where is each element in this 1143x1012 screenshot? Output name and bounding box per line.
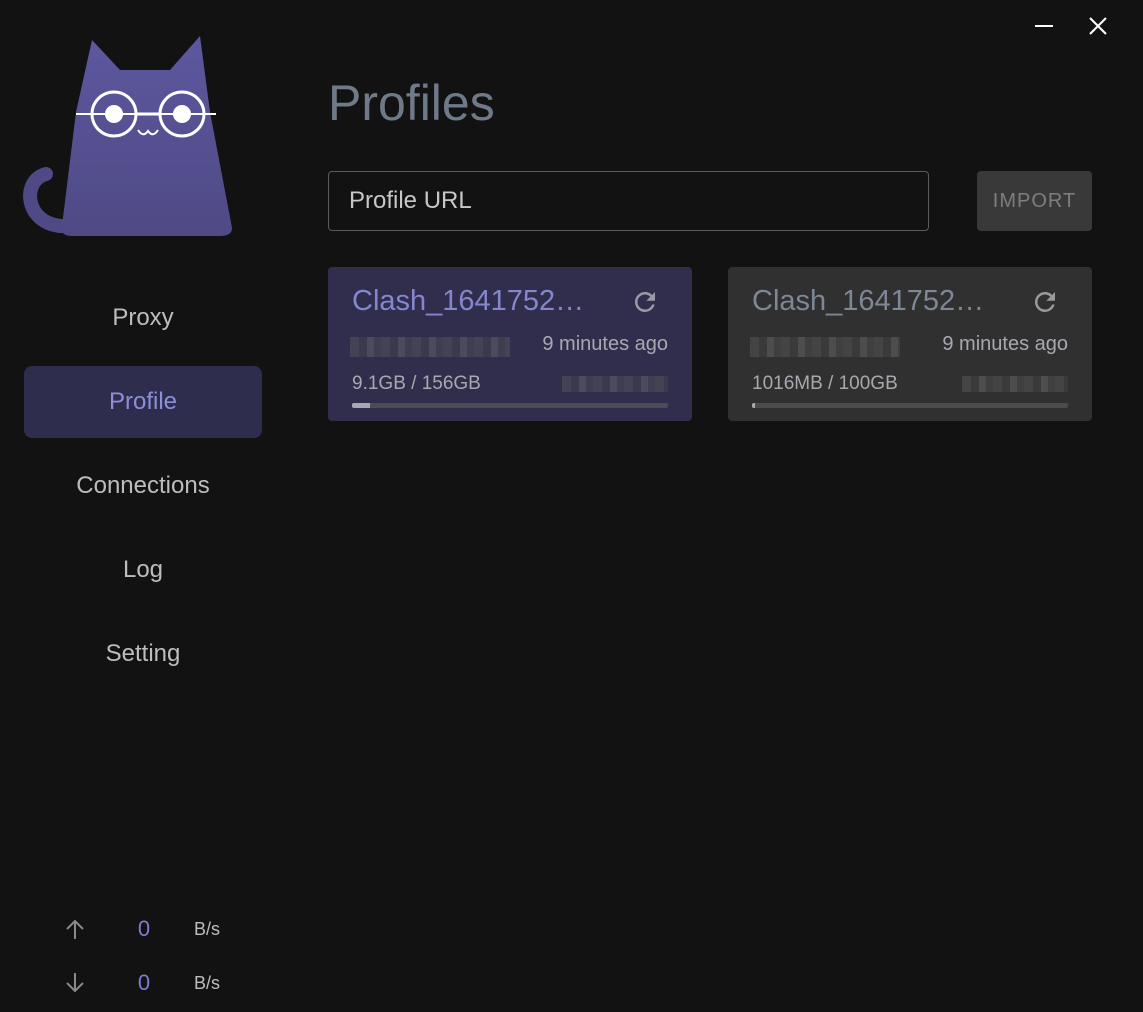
sidebar-item-proxy[interactable]: Proxy xyxy=(24,282,262,354)
redacted-expire xyxy=(962,376,1068,392)
cat-logo-icon xyxy=(23,36,232,236)
close-icon xyxy=(1089,17,1107,35)
profile-url-input[interactable] xyxy=(328,171,929,231)
redacted-url xyxy=(750,337,900,357)
sidebar-item-setting[interactable]: Setting xyxy=(24,618,262,690)
refresh-icon[interactable] xyxy=(630,287,660,317)
profile-card[interactable]: Clash_1641752… 9 minutes ago 1016MB / 10… xyxy=(728,267,1092,421)
usage-progress xyxy=(352,403,668,408)
profile-updated: 9 minutes ago xyxy=(942,333,1068,355)
download-speed-value: 0 xyxy=(137,970,151,995)
sidebar-item-connections[interactable]: Connections xyxy=(24,450,262,522)
upload-speed-unit: B/s xyxy=(194,918,221,939)
sidebar-nav: Proxy Profile Connections Log Setting xyxy=(24,282,262,702)
minimize-icon xyxy=(1035,25,1053,27)
minimize-button[interactable] xyxy=(1028,10,1060,42)
refresh-icon[interactable] xyxy=(1030,287,1060,317)
profile-name: Clash_1641752… xyxy=(352,285,585,317)
sidebar-item-log[interactable]: Log xyxy=(24,534,262,606)
page-title: Profiles xyxy=(328,75,495,131)
arrow-up-icon xyxy=(60,918,90,940)
profile-usage: 1016MB / 100GB xyxy=(752,373,898,394)
upload-speed: 0 B/s xyxy=(60,914,260,944)
upload-speed-value: 0 xyxy=(137,916,151,941)
download-speed: 0 B/s xyxy=(60,968,260,998)
usage-progress-fill xyxy=(352,403,371,408)
import-button[interactable]: IMPORT xyxy=(977,171,1092,231)
usage-progress xyxy=(752,403,1068,408)
redacted-expire xyxy=(562,376,668,392)
profile-updated: 9 minutes ago xyxy=(542,333,668,355)
sidebar-item-profile[interactable]: Profile xyxy=(24,366,262,438)
arrow-down-icon xyxy=(60,972,90,994)
redacted-url xyxy=(350,337,510,357)
download-speed-unit: B/s xyxy=(194,972,221,993)
profile-name: Clash_1641752… xyxy=(752,285,985,317)
close-button[interactable] xyxy=(1082,10,1114,42)
profile-usage: 9.1GB / 156GB xyxy=(352,373,481,394)
usage-progress-fill xyxy=(752,403,756,408)
profile-card[interactable]: Clash_1641752… 9 minutes ago 9.1GB / 156… xyxy=(328,267,692,421)
